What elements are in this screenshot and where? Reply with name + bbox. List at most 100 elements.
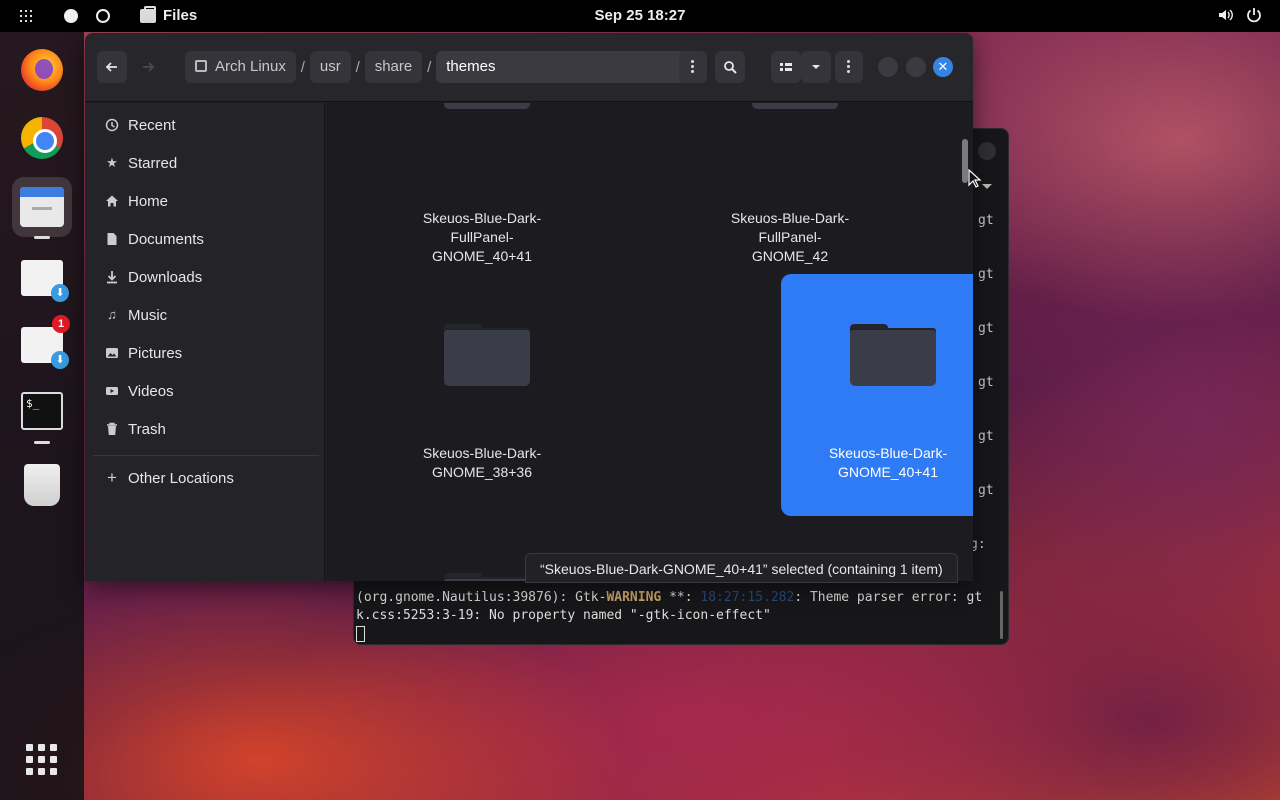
- dock-files[interactable]: [12, 177, 72, 239]
- sidebar-item-trash[interactable]: Trash: [93, 412, 319, 446]
- sidebar-item-pictures[interactable]: Pictures: [93, 336, 319, 370]
- path-menu-button[interactable]: [679, 51, 707, 83]
- sidebar-item-home[interactable]: Home: [93, 184, 319, 218]
- close-button[interactable]: ✕: [933, 57, 953, 77]
- power-icon[interactable]: [1246, 7, 1262, 23]
- view-toggle-button[interactable]: [771, 51, 801, 83]
- dock-firefox[interactable]: [12, 40, 72, 100]
- dock-trash[interactable]: [12, 456, 72, 516]
- chrome-icon: [21, 117, 63, 159]
- drive-icon: [195, 60, 207, 72]
- mouse-pointer-icon: [968, 169, 982, 188]
- sidebar-item-recent[interactable]: Recent: [93, 108, 319, 142]
- minimize-button[interactable]: [878, 57, 898, 77]
- star-icon: ★: [106, 155, 118, 170]
- path-crumb-root[interactable]: Arch Linux: [185, 51, 296, 83]
- chevron-down-icon[interactable]: [982, 184, 992, 189]
- sidebar-item-music[interactable]: ♫ Music: [93, 298, 319, 332]
- folder-item-selected[interactable]: Skeuos-Blue-Dark- GNOME_40+41: [781, 274, 973, 516]
- clock-label[interactable]: Sep 25 18:27: [595, 7, 686, 24]
- sidebar-item-starred[interactable]: ★ Starred: [93, 146, 319, 180]
- sidebar-item-other-locations[interactable]: + Other Locations: [93, 461, 319, 495]
- folder-label: Skeuos-Blue-Dark- FullPanel- GNOME_40+41: [422, 210, 542, 264]
- folder-icon: [752, 103, 838, 109]
- terminal-text: gt: [978, 213, 994, 228]
- running-indicator: [34, 441, 50, 444]
- dock-downloads-1[interactable]: ⬇: [12, 248, 72, 308]
- folder-icon: [444, 573, 530, 581]
- activities-grid-icon[interactable]: [20, 10, 32, 22]
- path-crumb-share[interactable]: share: [364, 51, 423, 83]
- show-apps-icon[interactable]: [26, 744, 58, 776]
- forward-button[interactable]: [133, 51, 163, 83]
- files-icon: [20, 187, 64, 227]
- path-crumb-usr[interactable]: usr: [309, 51, 351, 83]
- firefox-icon: [21, 49, 63, 91]
- maximize-button[interactable]: [906, 57, 926, 77]
- download-icon: [105, 270, 119, 284]
- app-menu[interactable]: Files: [140, 5, 198, 24]
- sidebar-divider: [93, 455, 319, 456]
- sidebar-item-videos[interactable]: Videos: [93, 374, 319, 408]
- terminal-text: gt: [978, 375, 994, 390]
- terminal-icon: $_: [21, 392, 63, 430]
- workspace-1-indicator[interactable]: [64, 9, 78, 23]
- arrow-right-icon: [143, 62, 155, 72]
- path-crumb-themes[interactable]: themes: [436, 51, 707, 83]
- chevron-down-icon: [812, 65, 820, 69]
- search-icon: [724, 61, 737, 74]
- top-bar: Files Sep 25 18:27: [0, 0, 1280, 32]
- folder-icon: [444, 103, 530, 109]
- folder-label: Skeuos-Blue-Dark- GNOME_40+41: [828, 445, 948, 480]
- kebab-icon: [691, 60, 695, 74]
- home-icon: [105, 194, 119, 208]
- folder-label: Skeuos-Blue-Dark- GNOME_38+36: [422, 445, 542, 480]
- path-separator: /: [355, 58, 360, 76]
- header-bar: Arch Linux / usr / share / themes ✕: [85, 33, 973, 102]
- folder-item[interactable]: Skeuos-Blue-Dark- FullPanel- GNOME_42: [683, 103, 897, 264]
- folder-item[interactable]: Skeuos-Blue-Dark- FullPanel- GNOME_40+41: [375, 103, 589, 264]
- kebab-icon: [847, 60, 851, 74]
- close-icon: ✕: [937, 59, 949, 74]
- search-button[interactable]: [715, 51, 745, 83]
- folder-icon: [444, 324, 530, 386]
- trash-icon: [105, 422, 119, 436]
- files-app-icon: [140, 5, 156, 23]
- list-view-icon: [780, 63, 792, 71]
- clock-icon: [105, 118, 119, 132]
- folder-label: Skeuos-Blue-Dark- FullPanel- GNOME_42: [730, 210, 850, 264]
- volume-icon[interactable]: [1218, 7, 1234, 23]
- arrow-left-icon: [105, 62, 117, 72]
- terminal-text: gt: [978, 267, 994, 282]
- workspace-2-indicator[interactable]: [96, 9, 110, 23]
- selection-status: “Skeuos-Blue-Dark-GNOME_40+41” selected …: [525, 553, 958, 583]
- sidebar-item-downloads[interactable]: Downloads: [93, 260, 319, 294]
- sidebar-item-documents[interactable]: Documents: [93, 222, 319, 256]
- dock-terminal[interactable]: $_: [12, 382, 72, 444]
- terminal-text: gt: [978, 483, 994, 498]
- terminal-text: gt: [978, 429, 994, 444]
- system-tray[interactable]: [1218, 7, 1262, 23]
- running-indicator: [34, 236, 50, 239]
- view-options-button[interactable]: [801, 51, 831, 83]
- picture-icon: [105, 346, 119, 360]
- path-separator: /: [300, 58, 305, 76]
- files-window: Arch Linux / usr / share / themes ✕ Rece…: [85, 33, 973, 581]
- terminal-close-button[interactable]: [978, 142, 996, 160]
- folder-item[interactable]: Skeuos-Blue-Dark- GNOME_38+36: [375, 274, 589, 516]
- main-menu-button[interactable]: [835, 51, 863, 83]
- notification-badge: 1: [52, 315, 70, 333]
- folder-icon: [850, 324, 936, 386]
- terminal-scrollbar[interactable]: [1000, 591, 1003, 639]
- app-menu-label: Files: [163, 7, 198, 24]
- back-button[interactable]: [97, 51, 127, 83]
- terminal-text: gt: [978, 321, 994, 336]
- video-icon: [105, 384, 119, 398]
- plus-icon: +: [107, 468, 117, 487]
- dock-chrome[interactable]: [12, 108, 72, 168]
- dock-downloads-2[interactable]: ⬇ 1: [12, 315, 72, 375]
- file-grid[interactable]: Skeuos-Blue-Dark- FullPanel- GNOME_40+41 S…: [326, 103, 973, 581]
- trash-bin-icon: [24, 464, 60, 506]
- music-icon: ♫: [107, 307, 117, 322]
- path-separator: /: [427, 58, 432, 76]
